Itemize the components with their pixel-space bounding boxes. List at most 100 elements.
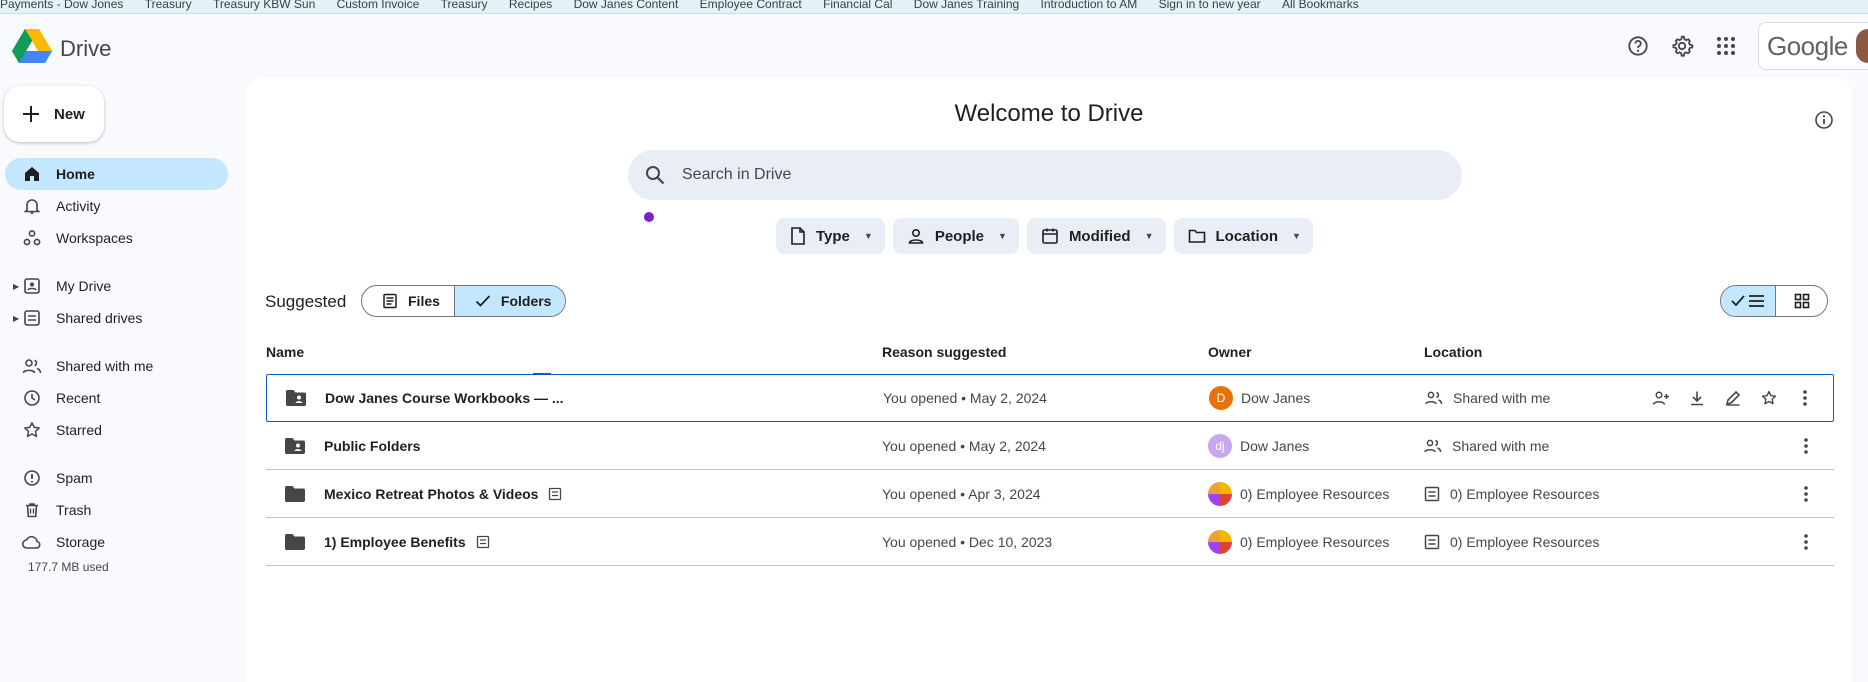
trash-icon xyxy=(22,500,42,520)
list-view-icon xyxy=(1731,295,1764,307)
filter-people[interactable]: People ▼ xyxy=(892,218,1019,254)
table-row[interactable]: 1) Employee Benefits You opened • Dec 10… xyxy=(266,518,1834,566)
sidebar-item-storage[interactable]: Storage xyxy=(0,526,240,558)
chevron-down-icon: ▼ xyxy=(1144,231,1154,241)
column-name[interactable]: Name xyxy=(266,344,304,360)
grid-view-button[interactable] xyxy=(1775,286,1827,316)
help-icon[interactable] xyxy=(1618,26,1658,66)
sidebar-item-my-drive[interactable]: ▶ My Drive xyxy=(0,270,240,302)
share-add-person-icon[interactable] xyxy=(1643,380,1679,416)
avatar xyxy=(1855,29,1868,63)
sidebar-item-starred[interactable]: Starred xyxy=(0,414,240,446)
apps-grid-icon[interactable] xyxy=(1706,26,1746,66)
new-button[interactable]: New xyxy=(4,86,104,142)
sidebar-item-workspaces[interactable]: Workspaces xyxy=(0,222,240,254)
cloud-icon xyxy=(22,532,42,552)
download-icon[interactable] xyxy=(1679,380,1715,416)
shared-drive-badge-icon xyxy=(476,535,490,549)
settings-gear-icon[interactable] xyxy=(1662,26,1702,66)
sidebar-item-activity[interactable]: Activity xyxy=(0,190,240,222)
clock-icon xyxy=(22,388,42,408)
folder-name[interactable]: 1) Employee Benefits xyxy=(324,534,466,550)
bookmark[interactable]: Dow Janes Content xyxy=(574,0,679,10)
spam-icon xyxy=(22,468,42,488)
bookmarks-bar: Payments - Dow Jones Treasury Treasury K… xyxy=(0,0,1868,14)
filter-location[interactable]: Location ▼ xyxy=(1173,218,1313,254)
search-bar[interactable]: Search in Drive xyxy=(628,150,1462,200)
bookmark[interactable]: Treasury KBW Sun xyxy=(213,0,315,10)
reason-suggested: You opened • May 2, 2024 xyxy=(883,390,1047,406)
bookmark[interactable]: All Bookmarks xyxy=(1282,0,1359,10)
owner-name: 0) Employee Resources xyxy=(1240,485,1390,502)
bookmark[interactable]: Financial Cal xyxy=(823,0,892,10)
filter-label: Modified xyxy=(1068,227,1131,245)
chevron-down-icon: ▼ xyxy=(1292,231,1301,241)
filter-type[interactable]: Type ▼ xyxy=(776,218,885,254)
table-row[interactable]: Public Folders You opened • May 2, 2024 … xyxy=(266,422,1834,470)
folder-name[interactable]: Dow Janes Course Workbooks — ... xyxy=(325,390,564,406)
star-icon[interactable] xyxy=(1751,380,1787,416)
rename-pencil-icon[interactable] xyxy=(1715,380,1751,416)
bookmark[interactable]: Treasury xyxy=(145,0,192,10)
brand-name: Drive xyxy=(60,35,112,61)
bookmark[interactable]: Introduction to AM xyxy=(1041,0,1138,10)
sidebar-item-spam[interactable]: Spam xyxy=(0,462,240,494)
bell-icon xyxy=(22,196,42,216)
sidebar-item-home[interactable]: Home xyxy=(5,158,228,190)
filter-label: Type xyxy=(816,227,850,245)
list-view-button[interactable] xyxy=(1721,286,1775,316)
filter-label: People xyxy=(934,227,985,245)
row-actions xyxy=(1788,518,1824,565)
sidebar-item-trash[interactable]: Trash xyxy=(0,494,240,526)
owner-avatar xyxy=(1208,529,1232,554)
filter-modified[interactable]: Modified ▼ xyxy=(1026,218,1166,254)
table-row[interactable]: Dow Janes Course Workbooks — ... You ope… xyxy=(266,373,1834,422)
bookmark[interactable]: Payments - Dow Jones xyxy=(0,0,123,10)
more-vert-icon[interactable] xyxy=(1788,476,1824,512)
more-vert-icon[interactable] xyxy=(1788,524,1824,560)
table-row[interactable]: Mexico Retreat Photos & Videos You opene… xyxy=(266,470,1834,518)
person-icon xyxy=(907,227,925,245)
bookmark[interactable]: Recipes xyxy=(509,0,552,10)
owner-cell: D Dow Janes xyxy=(1209,375,1310,421)
sidebar-item-recent[interactable]: Recent xyxy=(0,382,240,414)
folder-name[interactable]: Mexico Retreat Photos & Videos xyxy=(324,486,538,502)
owner-name: Dow Janes xyxy=(1241,390,1311,406)
owner-name: 0) Employee Resources xyxy=(1240,533,1390,550)
reason-suggested: You opened • May 2, 2024 xyxy=(882,437,1046,454)
search-input[interactable]: Search in Drive xyxy=(682,166,791,184)
calendar-icon xyxy=(1041,227,1059,245)
search-icon[interactable] xyxy=(644,164,666,186)
expand-caret-icon[interactable]: ▶ xyxy=(13,282,19,291)
bookmark[interactable]: Treasury xyxy=(441,0,488,10)
bookmark[interactable]: Dow Janes Training xyxy=(914,0,1019,10)
segment-label: Folders xyxy=(500,293,552,309)
drive-brand[interactable]: Drive xyxy=(12,28,111,69)
bookmark[interactable]: Employee Contract xyxy=(700,0,802,10)
bookmark[interactable]: Custom Invoice xyxy=(337,0,420,10)
column-reason: Reason suggested xyxy=(882,344,1007,360)
location-name: Shared with me xyxy=(1453,390,1551,406)
account-switcher[interactable]: Google xyxy=(1758,22,1868,70)
location-cell[interactable]: Shared with me xyxy=(1425,375,1550,421)
bookmark[interactable]: Sign in to new year xyxy=(1159,0,1261,10)
owner-avatar: dj xyxy=(1208,433,1232,458)
shared-drive-icon xyxy=(1424,534,1440,550)
location-cell[interactable]: 0) Employee Resources xyxy=(1424,470,1599,517)
sidebar-item-label: Workspaces xyxy=(56,230,133,246)
sidebar-item-shared-with-me[interactable]: Shared with me xyxy=(0,350,240,382)
expand-caret-icon[interactable]: ▶ xyxy=(13,314,19,323)
sidebar-item-label: Starred xyxy=(56,422,102,438)
more-vert-icon[interactable] xyxy=(1788,428,1824,464)
folder-name[interactable]: Public Folders xyxy=(324,438,420,454)
google-wordmark: Google xyxy=(1767,30,1848,61)
segment-files[interactable]: Files xyxy=(362,286,454,316)
location-cell[interactable]: Shared with me xyxy=(1424,422,1549,469)
sidebar-item-shared-drives[interactable]: ▶ Shared drives xyxy=(0,302,240,334)
info-icon[interactable] xyxy=(1804,100,1844,140)
location-cell[interactable]: 0) Employee Resources xyxy=(1424,518,1599,565)
file-icon xyxy=(790,227,806,245)
more-vert-icon[interactable] xyxy=(1787,380,1823,416)
star-icon xyxy=(22,420,42,440)
segment-folders[interactable]: Folders xyxy=(453,286,566,316)
